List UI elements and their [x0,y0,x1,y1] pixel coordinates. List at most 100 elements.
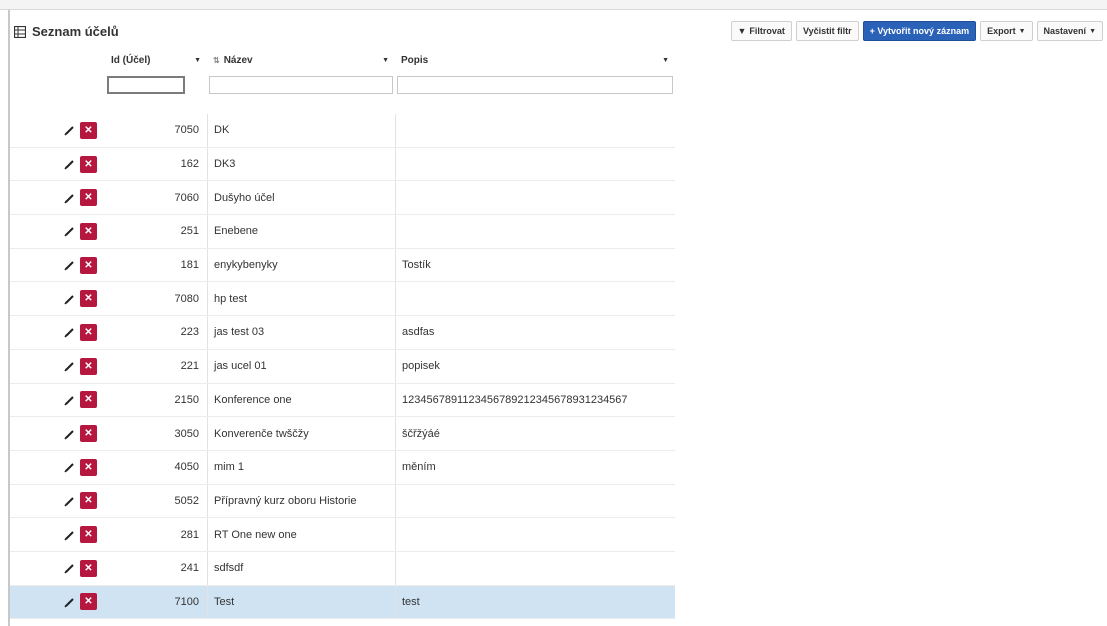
row-actions: ✕ [10,552,105,585]
clear-filter-button[interactable]: Vyčistit filtr [795,21,859,41]
column-header-id[interactable]: Id (Účel) ▼ [105,48,207,72]
close-icon: ✕ [84,192,93,204]
pencil-icon[interactable] [63,393,77,407]
table-row[interactable]: ✕ 2150 Konference one 123456789112345678… [10,383,675,418]
filter-button[interactable]: ▼ Filtrovat [730,21,792,41]
close-icon: ✕ [84,562,93,574]
row-actions: ✕ [10,350,105,383]
cell-name: Konverenče twščžy [207,417,395,450]
table-row[interactable]: ✕ 281 RT One new one [10,518,675,552]
table-row[interactable]: ✕ 162 DK3 [10,147,675,182]
filter-cell-id [105,74,187,96]
row-actions: ✕ [10,249,105,282]
table-header-row: Id (Účel) ▼ ⇅ Název ▼ Popis ▼ [10,48,675,72]
pencil-icon[interactable] [63,359,77,373]
filter-input-desc[interactable] [397,76,673,94]
cell-desc [395,147,675,181]
pencil-icon[interactable] [63,224,77,238]
pencil-icon[interactable] [63,191,77,205]
delete-button[interactable]: ✕ [80,559,97,577]
delete-button[interactable]: ✕ [80,492,97,510]
cell-desc: 1234567891123456789212345678931234567 [395,383,675,417]
cell-desc: asdfas [395,316,675,349]
table-row[interactable]: ✕ 241 sdfsdf [10,551,675,586]
delete-button[interactable]: ✕ [80,526,97,544]
table-row[interactable]: ✕ 223 jas test 03 asdfas [10,316,675,350]
new-record-button[interactable]: + Vytvořit nový záznam [862,21,977,41]
export-dropdown[interactable]: Export ▼ [980,21,1033,41]
new-record-label: + Vytvořit nový záznam [869,26,970,36]
cell-desc [395,114,675,147]
delete-button[interactable]: ✕ [80,425,97,443]
cell-id: 241 [180,562,199,575]
chevron-down-icon[interactable]: ▼ [662,57,669,64]
delete-button[interactable]: ✕ [80,222,97,240]
pencil-icon[interactable] [63,494,77,508]
table-row[interactable]: ✕ 5052 Přípravný kurz oboru Historie [10,484,675,519]
table-row[interactable]: ✕ 3050 Konverenče twščžy ščřžýáé [10,417,675,451]
delete-button[interactable]: ✕ [80,458,97,476]
close-icon: ✕ [84,259,93,271]
table-row[interactable]: ✕ 221 jas ucel 01 popisek [10,349,675,384]
delete-button[interactable]: ✕ [80,155,97,173]
delete-button[interactable]: ✕ [80,593,97,611]
sort-desc-icon[interactable]: ▼ [194,57,201,64]
delete-button[interactable]: ✕ [80,391,97,409]
row-actions: ✕ [10,282,105,315]
pencil-icon[interactable] [63,325,77,339]
row-actions: ✕ [10,384,105,417]
pencil-icon[interactable] [63,292,77,306]
table-row[interactable]: ✕ 251 Enebene [10,215,675,249]
cell-id: 7080 [174,292,199,305]
delete-button[interactable]: ✕ [80,121,97,139]
cell-name: RT One new one [207,518,395,551]
cell-name: DK3 [207,147,395,181]
column-header-id-label: Id (Účel) [111,54,151,66]
cell-id: 181 [180,259,199,272]
cell-id: 3050 [174,427,199,440]
table-grid-icon [13,25,27,39]
row-actions: ✕ [10,114,105,147]
cell-name: sdfsdf [207,551,395,585]
pencil-icon[interactable] [63,427,77,441]
pencil-icon[interactable] [63,157,77,171]
delete-button[interactable]: ✕ [80,357,97,375]
pencil-icon[interactable] [63,258,77,272]
table-row[interactable]: ✕ 181 enykybenyky Tostík [10,248,675,283]
title-wrap: Seznam účelů [13,24,119,39]
column-header-name-wrap: ⇅ Název [213,55,253,66]
row-actions: ✕ [10,148,105,181]
filter-input-id[interactable] [107,76,185,94]
delete-button[interactable]: ✕ [80,256,97,274]
close-icon: ✕ [84,428,93,440]
cell-name: mim 1 [207,450,395,484]
table-row[interactable]: ✕ 4050 mim 1 měním [10,450,675,485]
cell-name: jas ucel 01 [207,349,395,383]
cell-id: 221 [180,360,199,373]
filter-input-name[interactable] [209,76,393,94]
cell-id: 4050 [174,461,199,474]
filter-spacer [10,74,105,96]
table-body: ✕ 7050 DK ✕ 162 DK3 ✕ 7060 Dušyho účel ✕… [10,114,675,620]
pencil-icon[interactable] [63,595,77,609]
column-header-desc[interactable]: Popis ▼ [395,48,675,72]
pencil-icon[interactable] [63,528,77,542]
delete-button[interactable]: ✕ [80,323,97,341]
delete-button[interactable]: ✕ [80,189,97,207]
table-row[interactable]: ✕ 7080 hp test [10,282,675,317]
pencil-icon[interactable] [63,460,77,474]
pencil-icon[interactable] [63,123,77,137]
row-actions: ✕ [10,316,105,349]
cell-name: Konference one [207,383,395,417]
chevron-down-icon: ▼ [1018,27,1026,35]
cell-desc: ščřžýáé [395,417,675,450]
delete-button[interactable]: ✕ [80,290,97,308]
chevron-down-icon[interactable]: ▼ [382,57,389,64]
settings-dropdown[interactable]: Nastavení ▼ [1036,21,1103,41]
table-row[interactable]: ✕ 7050 DK [10,114,675,148]
close-icon: ✕ [84,124,93,136]
table-row-selected[interactable]: ✕ 7100 Test test [10,585,675,620]
column-header-name[interactable]: ⇅ Název ▼ [207,48,395,72]
pencil-icon[interactable] [63,561,77,575]
table-row[interactable]: ✕ 7060 Dušyho účel [10,181,675,216]
